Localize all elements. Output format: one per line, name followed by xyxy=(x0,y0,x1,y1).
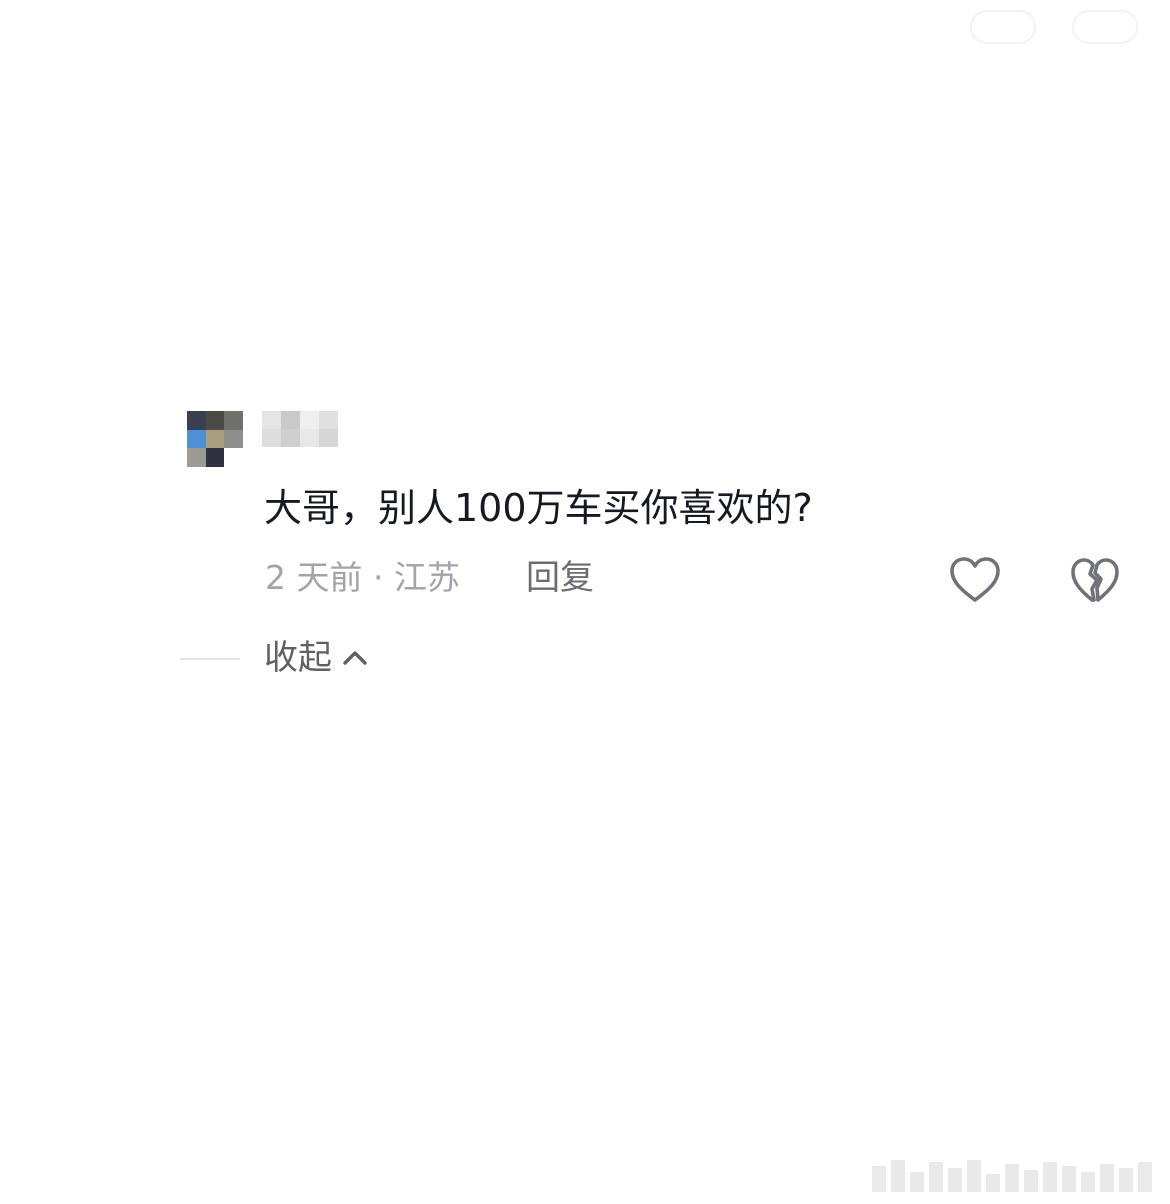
comment-item: 大哥，别人100万车买你喜欢的? 2 天前 · 江苏 回复 收起 xyxy=(0,0,1170,1204)
heart-outline-icon[interactable] xyxy=(948,556,1002,604)
reply-button[interactable]: 回复 xyxy=(526,556,594,600)
collapse-divider xyxy=(180,658,240,660)
chevron-up-icon xyxy=(343,651,367,665)
broken-heart-icon[interactable] xyxy=(1070,556,1120,604)
comment-meta: 2 天前 · 江苏 xyxy=(265,558,460,597)
collapse-button[interactable]: 收起 xyxy=(264,636,368,680)
watermark-bars xyxy=(872,1158,1162,1192)
username-pixelated[interactable] xyxy=(262,411,338,447)
collapse-label: 收起 xyxy=(264,638,332,678)
avatar[interactable] xyxy=(187,411,243,467)
comment-text: 大哥，别人100万车买你喜欢的? xyxy=(264,486,813,530)
